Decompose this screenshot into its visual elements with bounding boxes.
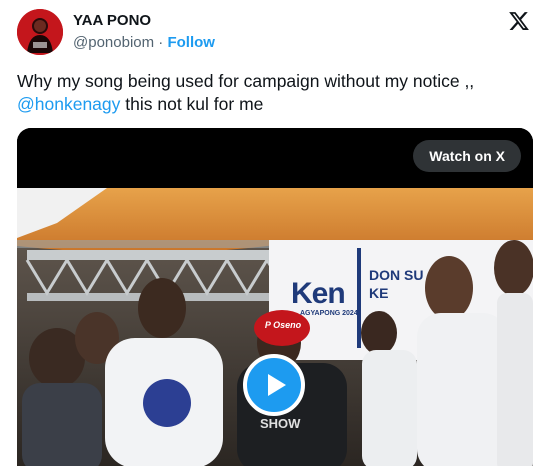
tweet-text-after: this not kul for me bbox=[120, 94, 264, 114]
banner-ken: Ken bbox=[291, 277, 346, 310]
tweet-text-before: Why my song being used for campaign with… bbox=[17, 71, 475, 91]
banner-text: Ken bbox=[291, 278, 361, 310]
banner-subtext: AGYAPONG 2024 bbox=[300, 310, 358, 317]
play-button[interactable] bbox=[243, 354, 305, 416]
play-icon bbox=[268, 374, 286, 396]
overlay-logo: P Oseno bbox=[264, 320, 302, 330]
watch-on-x-button[interactable]: Watch on X bbox=[413, 140, 521, 172]
separator: · bbox=[158, 34, 164, 51]
handle[interactable]: @ponobiom bbox=[73, 34, 154, 51]
tweet-text: Why my song being used for campaign with… bbox=[17, 70, 537, 116]
x-logo-icon[interactable] bbox=[508, 10, 530, 32]
mention-link[interactable]: @honkenagy bbox=[17, 94, 120, 114]
author-info: YAA PONO @ponobiom · Follow bbox=[73, 12, 215, 52]
handle-row: @ponobiom · Follow bbox=[73, 34, 215, 52]
banner-right-text: DON SU KE bbox=[369, 267, 424, 301]
video-player[interactable]: Ken AGYAPONG 2024 DON SU KE P Oseno SHOW… bbox=[17, 128, 533, 466]
follow-button[interactable]: Follow bbox=[167, 34, 215, 51]
avatar-image bbox=[17, 9, 63, 55]
shirt-text: SHOW bbox=[260, 416, 301, 431]
avatar[interactable] bbox=[17, 9, 63, 55]
display-name[interactable]: YAA PONO bbox=[73, 12, 215, 30]
tweet-header: YAA PONO @ponobiom · Follow bbox=[0, 0, 551, 62]
